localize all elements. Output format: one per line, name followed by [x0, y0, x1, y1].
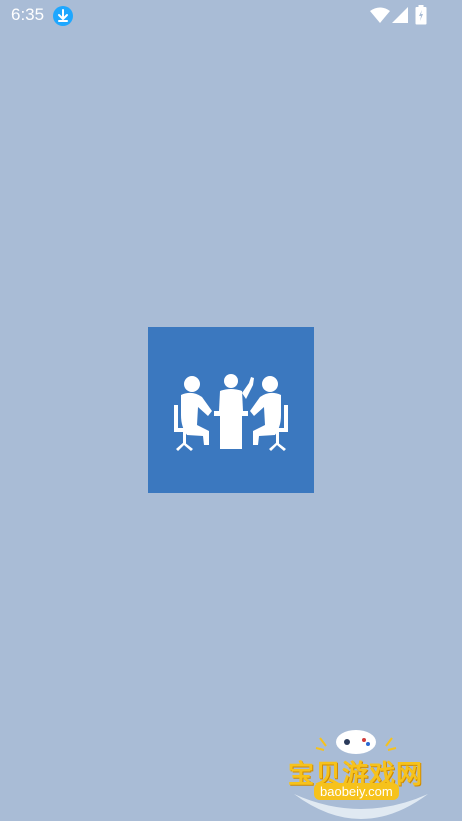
watermark-url: baobeiy.com — [314, 783, 399, 800]
watermark: 宝贝游戏网 baobeiy.com — [286, 724, 436, 821]
wifi-icon — [370, 7, 390, 23]
download-icon — [53, 6, 73, 26]
signal-icon — [392, 7, 408, 23]
status-bar: 6:35 — [0, 0, 462, 32]
app-logo — [148, 327, 314, 493]
meeting-people-icon — [174, 374, 288, 451]
battery-icon — [415, 5, 427, 25]
status-time: 6:35 — [11, 5, 45, 24]
